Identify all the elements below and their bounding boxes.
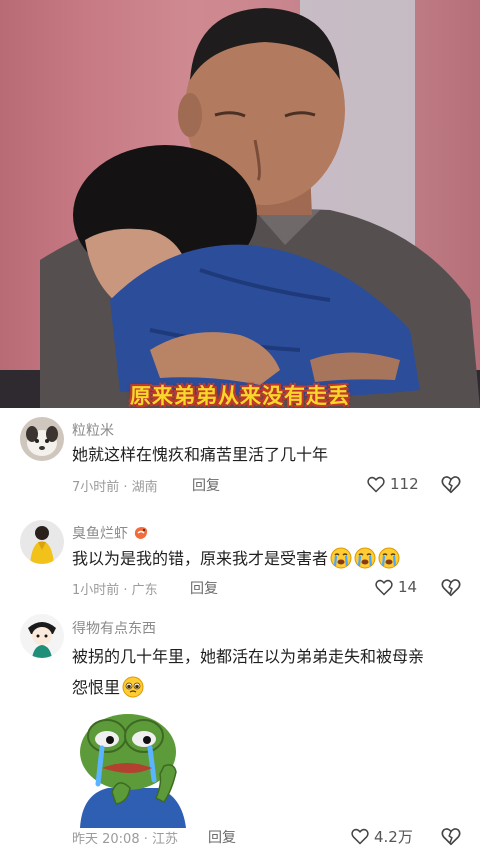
- dislike-button[interactable]: [440, 576, 462, 598]
- crying-face-icon: [378, 547, 400, 569]
- dislike-button[interactable]: [440, 473, 462, 495]
- dislike-button[interactable]: [440, 825, 462, 847]
- like-count: 112: [390, 475, 419, 493]
- comment-item: 得物有点东西 被拐的几十年里，她都活在以为弟弟走失和被母亲 怨恨里 昨天 20:…: [0, 610, 480, 853]
- pleading-face-icon: [122, 676, 144, 698]
- dog-avatar-icon[interactable]: [20, 417, 64, 461]
- comment-meta: 1小时前 · 广东: [72, 583, 158, 598]
- comment-meta: 昨天 20:08 · 江苏: [72, 832, 178, 847]
- comment-username[interactable]: 粒粒米: [72, 420, 114, 440]
- comment-text: 她就这样在愧疚和痛苦里活了几十年: [72, 445, 329, 464]
- broken-heart-icon: [441, 579, 461, 597]
- heart-icon: [351, 828, 369, 845]
- crying-face-icon: [354, 547, 376, 569]
- comment-text: 被拐的几十年里，她都活在以为弟弟走失和被母亲 怨恨里: [72, 647, 425, 698]
- comment-username[interactable]: 得物有点东西: [72, 618, 156, 638]
- broken-heart-icon: [441, 476, 461, 494]
- yellow-coat-avatar-icon[interactable]: [20, 520, 64, 564]
- comment-item: 粒粒米 她就这样在愧疚和痛苦里活了几十年 7小时前 · 湖南 回复 112: [0, 408, 480, 508]
- like-count: 4.2万: [374, 827, 413, 846]
- like-button[interactable]: 4.2万: [350, 825, 413, 847]
- hugging-people-image: [40, 8, 480, 408]
- video-caption: 原来弟弟从来没有走丢: [130, 384, 350, 408]
- heart-icon: [375, 579, 393, 596]
- reply-button[interactable]: 回复: [208, 827, 236, 847]
- heart-icon: [367, 476, 385, 493]
- crying-face-icon: [330, 547, 352, 569]
- reply-button[interactable]: 回复: [192, 475, 220, 495]
- like-button[interactable]: 14: [374, 576, 417, 598]
- crying-frog-sticker[interactable]: [72, 706, 192, 828]
- like-button[interactable]: 112: [366, 473, 419, 495]
- video-frame[interactable]: 原来弟弟从来没有走丢: [0, 0, 480, 408]
- broken-heart-icon: [441, 828, 461, 846]
- cartoon-avatar-icon[interactable]: [20, 614, 64, 658]
- shrimp-badge-icon: [135, 527, 148, 539]
- comment-text: 我以为是我的错，原来我才是受害者: [72, 544, 462, 573]
- comment-item: 臭鱼烂虾 我以为是我的错，原来我才是受害者 1小时前 · 广东 回复 14: [0, 512, 480, 608]
- comment-username[interactable]: 臭鱼烂虾: [72, 523, 150, 543]
- like-count: 14: [398, 578, 418, 596]
- reply-button[interactable]: 回复: [190, 578, 218, 598]
- comment-meta: 7小时前 · 湖南: [72, 480, 158, 495]
- comment-list: 粒粒米 她就这样在愧疚和痛苦里活了几十年 7小时前 · 湖南 回复 112 臭鱼…: [0, 408, 480, 853]
